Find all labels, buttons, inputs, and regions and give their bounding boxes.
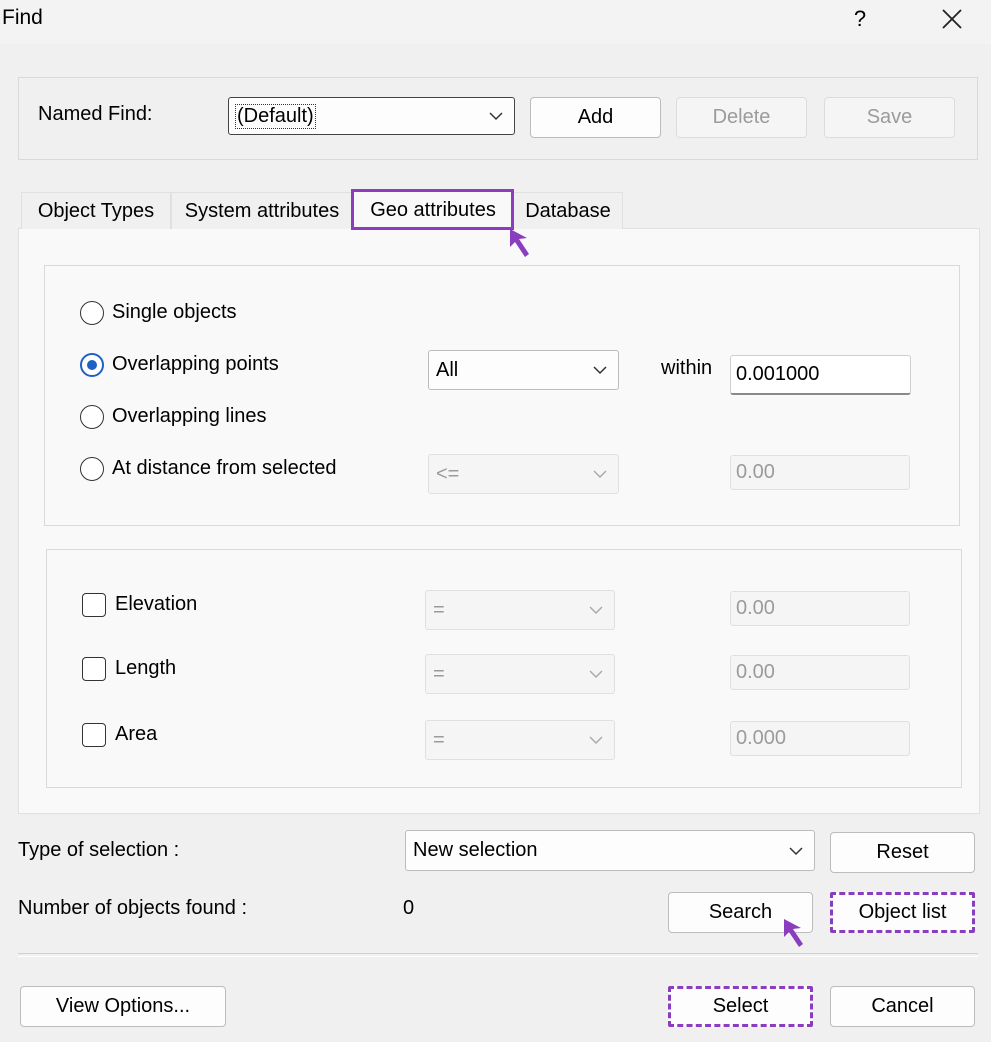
chevron-down-icon	[789, 846, 803, 855]
area-operator-value: =	[433, 728, 445, 751]
area-label: Area	[115, 723, 158, 745]
type-of-selection-label: Type of selection :	[18, 839, 180, 861]
elevation-operator-value: =	[433, 598, 445, 621]
separator	[18, 953, 978, 957]
add-button[interactable]: Add	[530, 97, 661, 138]
chevron-down-icon	[593, 366, 607, 375]
title-bar	[0, 0, 991, 44]
chevron-down-icon	[489, 112, 503, 121]
area-checkbox[interactable]	[82, 723, 106, 747]
overlapping-lines-label: Overlapping lines	[112, 405, 267, 427]
elevation-value-input[interactable]: 0.00	[730, 591, 910, 626]
save-button[interactable]: Save	[824, 97, 955, 138]
named-find-label: Named Find:	[38, 103, 153, 125]
close-icon	[942, 9, 962, 29]
type-of-selection-value: New selection	[413, 839, 538, 861]
type-of-selection-combo[interactable]: New selection	[405, 830, 815, 871]
points-scope-value: All	[436, 358, 459, 381]
single-objects-label: Single objects	[112, 301, 237, 323]
length-operator-combo[interactable]: =	[425, 654, 615, 694]
radio-overlapping-points[interactable]	[80, 353, 104, 377]
tab-database[interactable]: Database	[513, 192, 623, 229]
distance-value-input[interactable]: 0.00	[730, 455, 910, 490]
elevation-checkbox[interactable]	[82, 593, 106, 617]
tab-highlight	[351, 189, 514, 230]
tab-object-types[interactable]: Object Types	[21, 192, 171, 229]
radio-single-objects[interactable]	[80, 301, 104, 325]
chevron-down-icon	[589, 670, 603, 679]
chevron-down-icon	[589, 736, 603, 745]
select-button[interactable]: Select	[668, 986, 813, 1027]
length-value-input[interactable]: 0.00	[730, 655, 910, 690]
radio-at-distance[interactable]	[80, 457, 104, 481]
length-label: Length	[115, 657, 177, 679]
tab-system-attributes[interactable]: System attributes	[171, 192, 353, 229]
annotation-arrow-icon	[510, 229, 529, 257]
objects-found-label: Number of objects found :	[18, 897, 248, 919]
within-label: within	[661, 357, 713, 379]
delete-button[interactable]: Delete	[676, 97, 807, 138]
window-title: Find	[2, 6, 43, 29]
chevron-down-icon	[589, 606, 603, 615]
chevron-down-icon	[593, 470, 607, 479]
named-find-value: (Default)	[235, 103, 316, 129]
length-operator-value: =	[433, 662, 445, 685]
length-checkbox[interactable]	[82, 657, 106, 681]
at-distance-label: At distance from selected	[112, 457, 337, 479]
help-button[interactable]: ?	[845, 2, 875, 38]
close-button[interactable]	[935, 2, 969, 38]
elevation-operator-combo[interactable]: =	[425, 590, 615, 630]
reset-button[interactable]: Reset	[830, 832, 975, 873]
distance-operator-value: <=	[436, 462, 460, 485]
radio-overlapping-lines[interactable]	[80, 405, 104, 429]
area-operator-combo[interactable]: =	[425, 720, 615, 760]
named-find-combo[interactable]: (Default)	[228, 97, 515, 135]
elevation-label: Elevation	[115, 593, 198, 615]
area-value-input[interactable]: 0.000	[730, 721, 910, 756]
objects-found-count: 0	[403, 897, 415, 919]
cancel-button[interactable]: Cancel	[830, 986, 975, 1027]
distance-operator-combo[interactable]: <=	[428, 454, 619, 494]
view-options-button[interactable]: View Options...	[20, 986, 226, 1027]
object-list-button[interactable]: Object list	[830, 892, 975, 933]
within-input[interactable]: 0.001000	[730, 355, 911, 395]
points-scope-combo[interactable]: All	[428, 350, 619, 390]
overlapping-points-label: Overlapping points	[112, 353, 279, 375]
annotation-arrow-icon	[784, 919, 803, 947]
